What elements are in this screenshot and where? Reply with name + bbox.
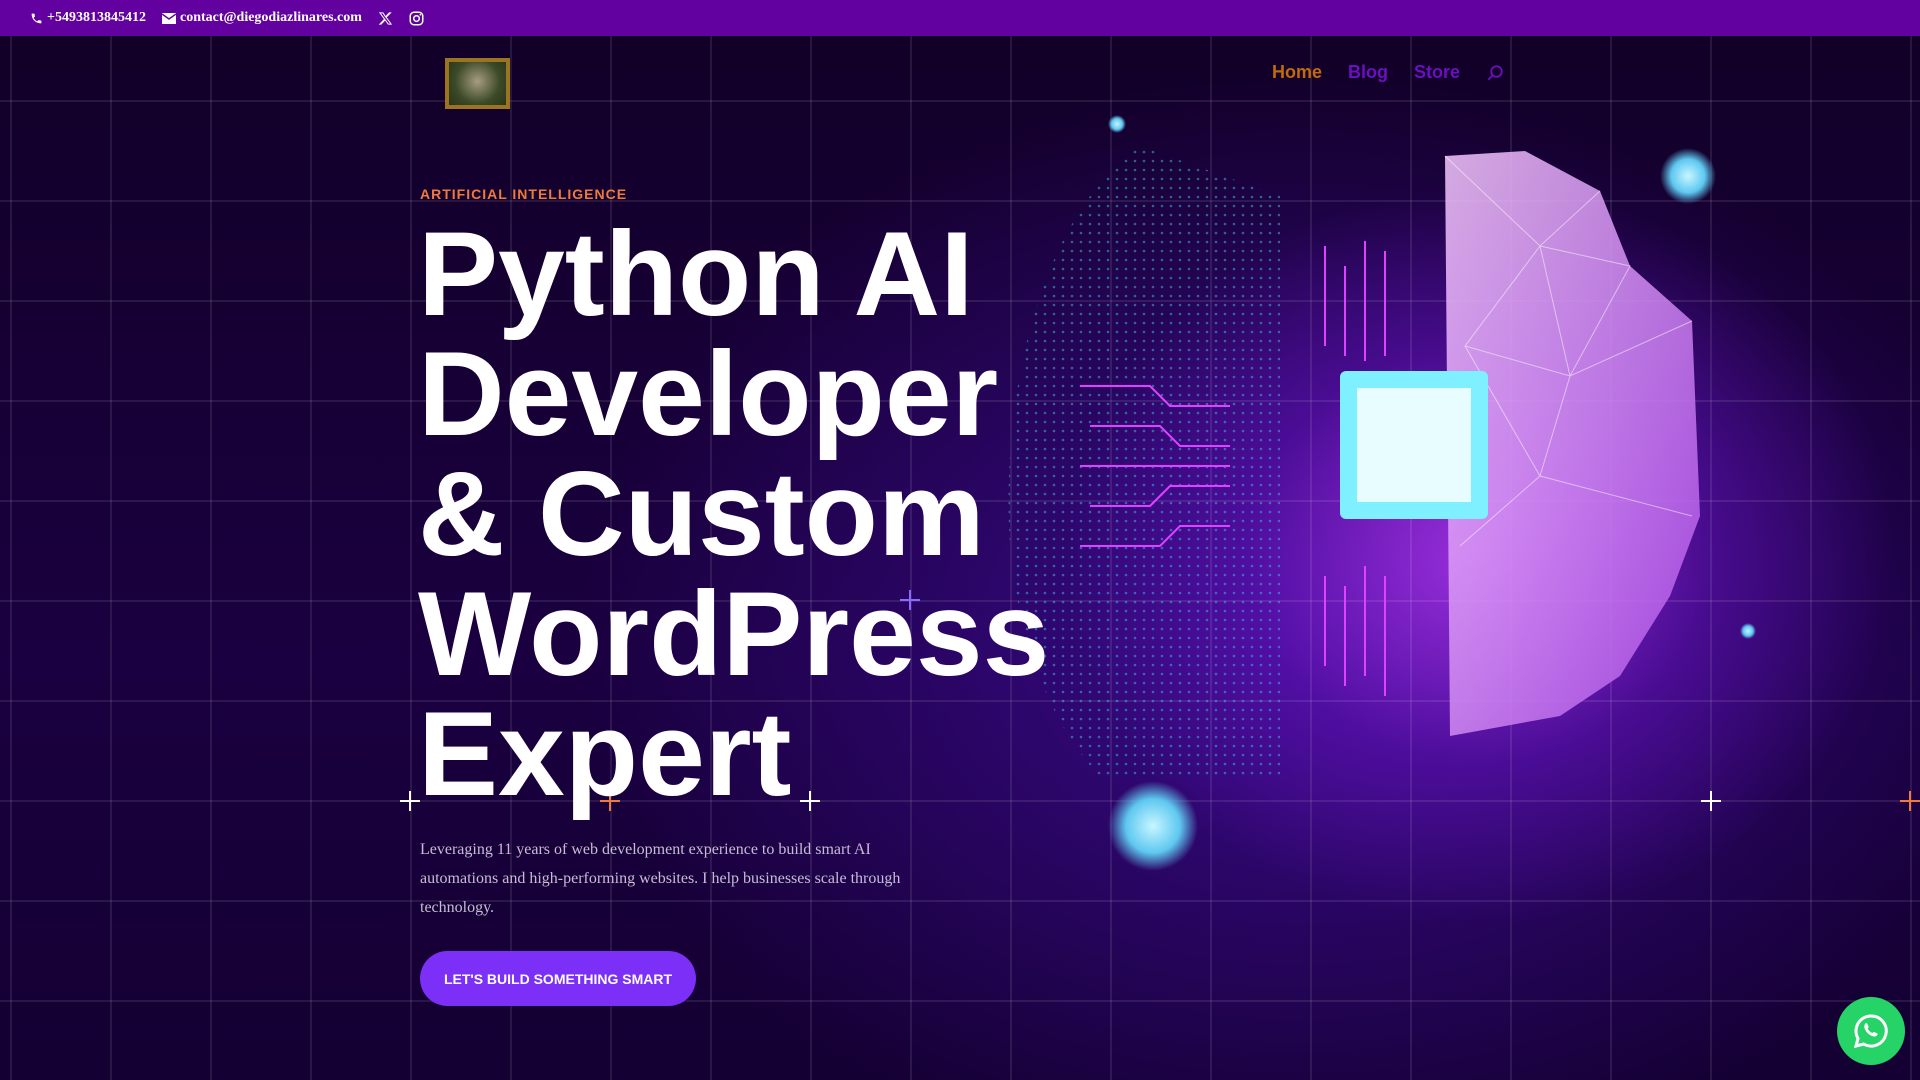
site-logo[interactable]	[445, 58, 510, 109]
hero-headline: Python AI Developer & Custom WordPress E…	[418, 207, 1050, 821]
email-link[interactable]: contact@diegodiazlinares.com	[161, 10, 362, 26]
plus-decoration	[1701, 791, 1721, 811]
whatsapp-icon	[1853, 1014, 1888, 1049]
hero-description: Leveraging 11 years of web development e…	[420, 841, 901, 916]
instagram-icon[interactable]	[409, 11, 424, 26]
whatsapp-button[interactable]	[1837, 997, 1905, 1065]
main-nav: Home Blog Store	[1272, 62, 1504, 83]
x-twitter-icon[interactable]	[378, 11, 393, 26]
phone-icon	[31, 13, 42, 23]
phone-number: +5493813845412	[47, 10, 146, 25]
email-address: contact@diegodiazlinares.com	[179, 10, 362, 25]
nav-home[interactable]: Home	[1272, 62, 1322, 83]
top-bar: +5493813845412 contact@diegodiazlinares.…	[0, 0, 1920, 36]
nav-store[interactable]: Store	[1414, 62, 1460, 83]
envelope-icon	[161, 12, 176, 24]
plus-decoration	[400, 791, 420, 811]
phone-link[interactable]: +5493813845412	[30, 10, 146, 26]
hero-eyebrow: ARTIFICIAL INTELLIGENCE	[420, 186, 628, 202]
search-icon[interactable]	[1486, 64, 1504, 82]
nav-blog[interactable]: Blog	[1348, 62, 1388, 83]
plus-decoration	[1900, 791, 1920, 811]
cta-button[interactable]: LET'S BUILD SOMETHING SMART	[420, 951, 696, 1006]
